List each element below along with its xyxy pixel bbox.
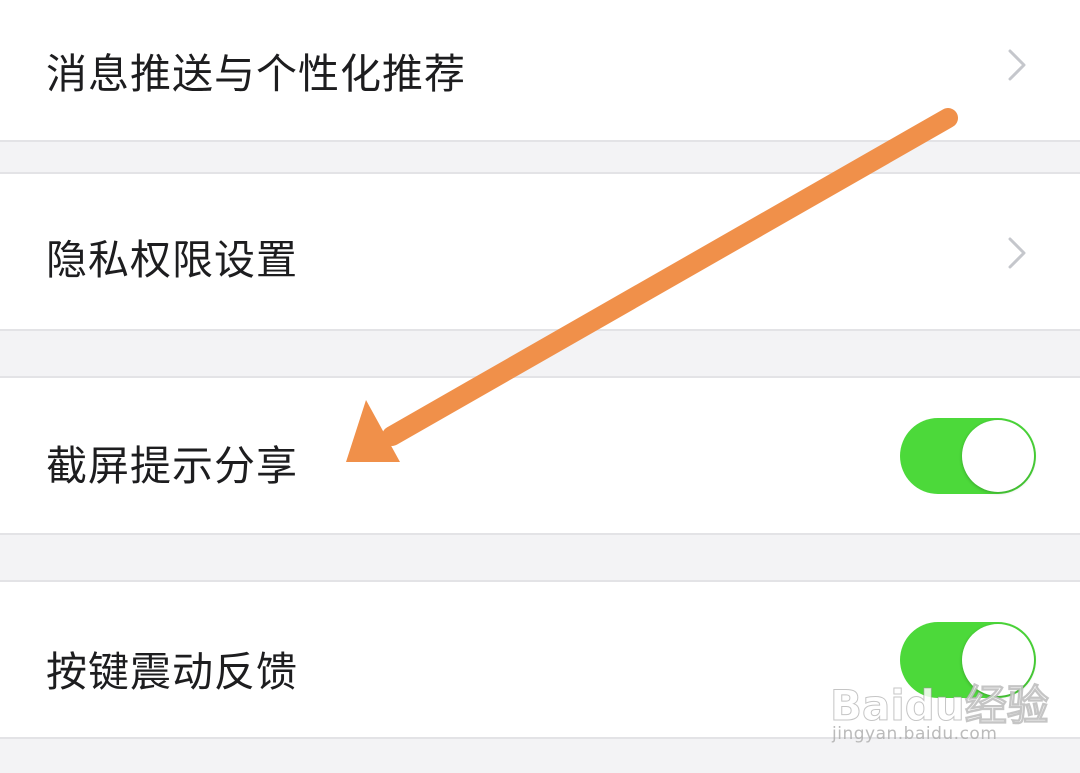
screenshot-share-toggle[interactable] bbox=[900, 418, 1036, 494]
row-label: 隐私权限设置 bbox=[46, 236, 298, 284]
settings-row-privacy-permissions[interactable]: 隐私权限设置 bbox=[0, 172, 1080, 331]
row-label: 消息推送与个性化推荐 bbox=[46, 50, 466, 98]
chevron-right-icon bbox=[1008, 237, 1026, 269]
settings-row-key-vibration: 按键震动反馈 bbox=[0, 580, 1080, 739]
settings-row-screenshot-share: 截屏提示分享 bbox=[0, 376, 1080, 535]
toggle-knob bbox=[962, 420, 1034, 492]
row-label: 按键震动反馈 bbox=[46, 648, 298, 696]
settings-row-push-personalization[interactable]: 消息推送与个性化推荐 bbox=[0, 0, 1080, 142]
chevron-right-icon bbox=[1008, 49, 1026, 81]
settings-screen: 消息推送与个性化推荐 隐私权限设置 截屏提示分享 按键震动反馈 Baidu经验 … bbox=[0, 0, 1080, 773]
row-label: 截屏提示分享 bbox=[46, 442, 298, 490]
key-vibration-toggle[interactable] bbox=[900, 622, 1036, 698]
toggle-knob bbox=[962, 624, 1034, 696]
